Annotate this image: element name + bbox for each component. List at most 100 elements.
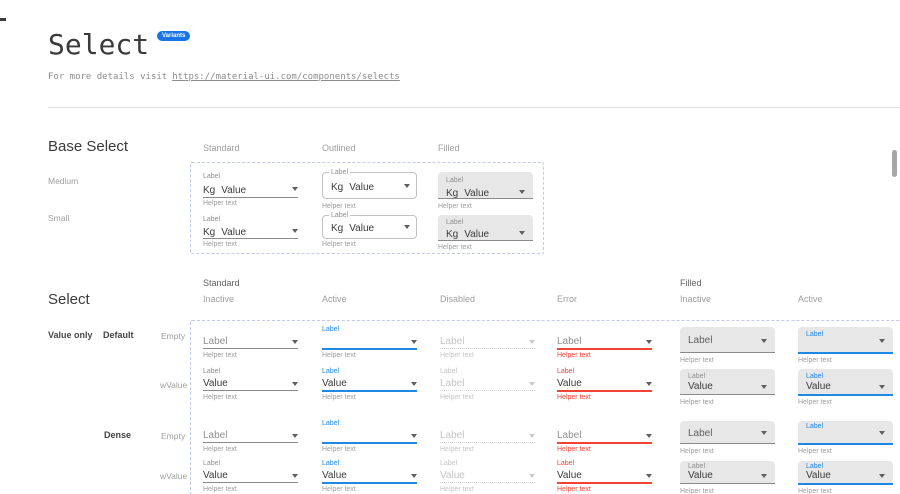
base-select-filled-medium[interactable]: Label KgValue Helper text (438, 170, 533, 210)
dropdown-arrow-icon (646, 474, 652, 478)
select-placeholder: Label (440, 430, 464, 441)
select-standard-active-empty[interactable]: Label Helper text (322, 326, 417, 366)
select-value: Value (203, 378, 228, 389)
select-placeholder: Label (688, 428, 712, 439)
dropdown-arrow-icon (411, 474, 417, 478)
row-label-value-only: Value only (48, 330, 93, 340)
select-underline (440, 390, 535, 391)
select-value: Value (440, 470, 465, 481)
row-label-default: Default (103, 330, 134, 340)
select-standard-error-wvalue[interactable]: Label Value Helper text (557, 368, 652, 408)
dropdown-arrow-icon (411, 434, 417, 438)
select-value: Value (557, 378, 582, 389)
filled-background: Label (798, 421, 893, 445)
filled-background: Label Value (680, 369, 775, 395)
base-select-outlined-medium[interactable]: Label KgValue Helper text (322, 170, 417, 210)
select-standard-dense-active-empty[interactable]: Label Helper text (322, 420, 417, 460)
dropdown-arrow-icon (646, 434, 652, 438)
dropdown-arrow-icon (404, 184, 410, 188)
filled-background: Label (680, 327, 775, 353)
dropdown-arrow-icon (411, 382, 417, 386)
select-underline (203, 390, 298, 391)
select-standard-dense-inactive-empty[interactable]: Label Helper text (203, 420, 298, 460)
select-filled-inactive-empty[interactable]: Label Helper text (680, 326, 775, 366)
helper-text: Helper text (798, 399, 832, 406)
select-label: Label (322, 368, 339, 376)
select-standard-error-empty[interactable]: Label Helper text (557, 326, 652, 366)
select-standard-inactive-wvalue[interactable]: Label Value Helper text (203, 368, 298, 408)
select-value: Value (806, 381, 831, 392)
dropdown-arrow-icon (529, 434, 535, 438)
state-header-filled-inactive: Inactive (680, 294, 711, 304)
state-header-active: Active (322, 294, 347, 304)
select-filled-active-empty[interactable]: Label Helper text (798, 326, 893, 366)
select-underline (440, 348, 535, 349)
select-value: Value (322, 378, 347, 389)
state-header-error: Error (557, 294, 577, 304)
dropdown-arrow-icon (879, 474, 885, 478)
select-adornment: Kg (331, 223, 343, 234)
dropdown-arrow-icon (292, 340, 298, 344)
select-adornment: Kg (446, 188, 458, 199)
select-label: Label (203, 368, 220, 376)
row-label-medium: Medium (48, 176, 78, 186)
select-value: Value (688, 381, 713, 392)
vertical-scrollbar-thumb[interactable] (892, 150, 897, 177)
dropdown-arrow-icon (519, 190, 525, 194)
row-label-dense: Dense (104, 430, 131, 440)
select-placeholder: Label (557, 336, 581, 347)
helper-text: Helper text (438, 244, 472, 251)
select-standard-dense-active-wvalue[interactable]: Label Value Helper text (322, 460, 417, 494)
select-adornment: Kg (203, 185, 215, 196)
select-standard-dense-error-wvalue[interactable]: Label Value Helper text (557, 460, 652, 494)
helper-text: Helper text (798, 448, 832, 455)
subtitle-text: For more details visit (48, 72, 167, 82)
dropdown-arrow-icon (292, 474, 298, 478)
select-filled-active-wvalue[interactable]: Label Value Helper text (798, 368, 893, 408)
filled-background: Label KgValue (438, 215, 533, 241)
filled-background: Label Value (798, 461, 893, 485)
select-value: Value (221, 185, 246, 196)
helper-text: Helper text (680, 399, 714, 406)
select-underline (322, 390, 417, 392)
select-value: Value (221, 227, 246, 238)
filled-background: Label KgValue (438, 172, 533, 199)
select-standard-dense-error-empty[interactable]: Label Helper text (557, 420, 652, 460)
select-underline (203, 482, 298, 483)
select-filled-dense-active-wvalue[interactable]: Label Value Helper text (798, 460, 893, 494)
base-select-standard-small[interactable]: Label KgValue Helper text (203, 214, 298, 254)
dropdown-arrow-icon (529, 382, 535, 386)
dropdown-arrow-icon (761, 474, 767, 478)
select-standard-inactive-empty[interactable]: Label Helper text (203, 326, 298, 366)
helper-text: Helper text (680, 448, 714, 455)
dropdown-arrow-icon (879, 431, 885, 435)
base-select-standard-medium[interactable]: Label KgValue Helper text (203, 170, 298, 210)
state-header-disabled: Disabled (440, 294, 475, 304)
helper-text: Helper text (440, 394, 474, 401)
column-header-standard: Standard (203, 143, 240, 153)
dropdown-arrow-icon (879, 385, 885, 389)
select-value: Value (349, 223, 374, 234)
helper-text: Helper text (203, 352, 237, 359)
select-value: Value (806, 470, 831, 481)
select-underline (440, 482, 535, 483)
select-label: Label (806, 373, 823, 381)
select-filled-dense-active-empty[interactable]: Label Helper text (798, 420, 893, 460)
select-placeholder: Label (203, 430, 227, 441)
select-standard-dense-inactive-wvalue[interactable]: Label Value Helper text (203, 460, 298, 494)
group-header-filled: Filled (680, 278, 702, 288)
base-select-outlined-small[interactable]: Label KgValue Helper text (322, 214, 417, 254)
select-label: Label (203, 460, 220, 468)
select-filled-inactive-wvalue[interactable]: Label Value Helper text (680, 368, 775, 408)
material-ui-link[interactable]: https://material-ui.com/components/selec… (172, 72, 400, 82)
base-select-filled-small[interactable]: Label KgValue Helper text (438, 214, 533, 254)
select-underline (557, 390, 652, 392)
subtitle: For more details visit https://material-u… (48, 72, 400, 82)
select-filled-dense-inactive-empty[interactable]: Label Helper text (680, 420, 775, 460)
helper-text: Helper text (680, 488, 714, 494)
select-filled-dense-inactive-wvalue[interactable]: Label Value Helper text (680, 460, 775, 494)
helper-text: Helper text (322, 394, 356, 401)
select-label: Label (557, 460, 574, 468)
select-standard-active-wvalue[interactable]: Label Value Helper text (322, 368, 417, 408)
dropdown-arrow-icon (761, 339, 767, 343)
